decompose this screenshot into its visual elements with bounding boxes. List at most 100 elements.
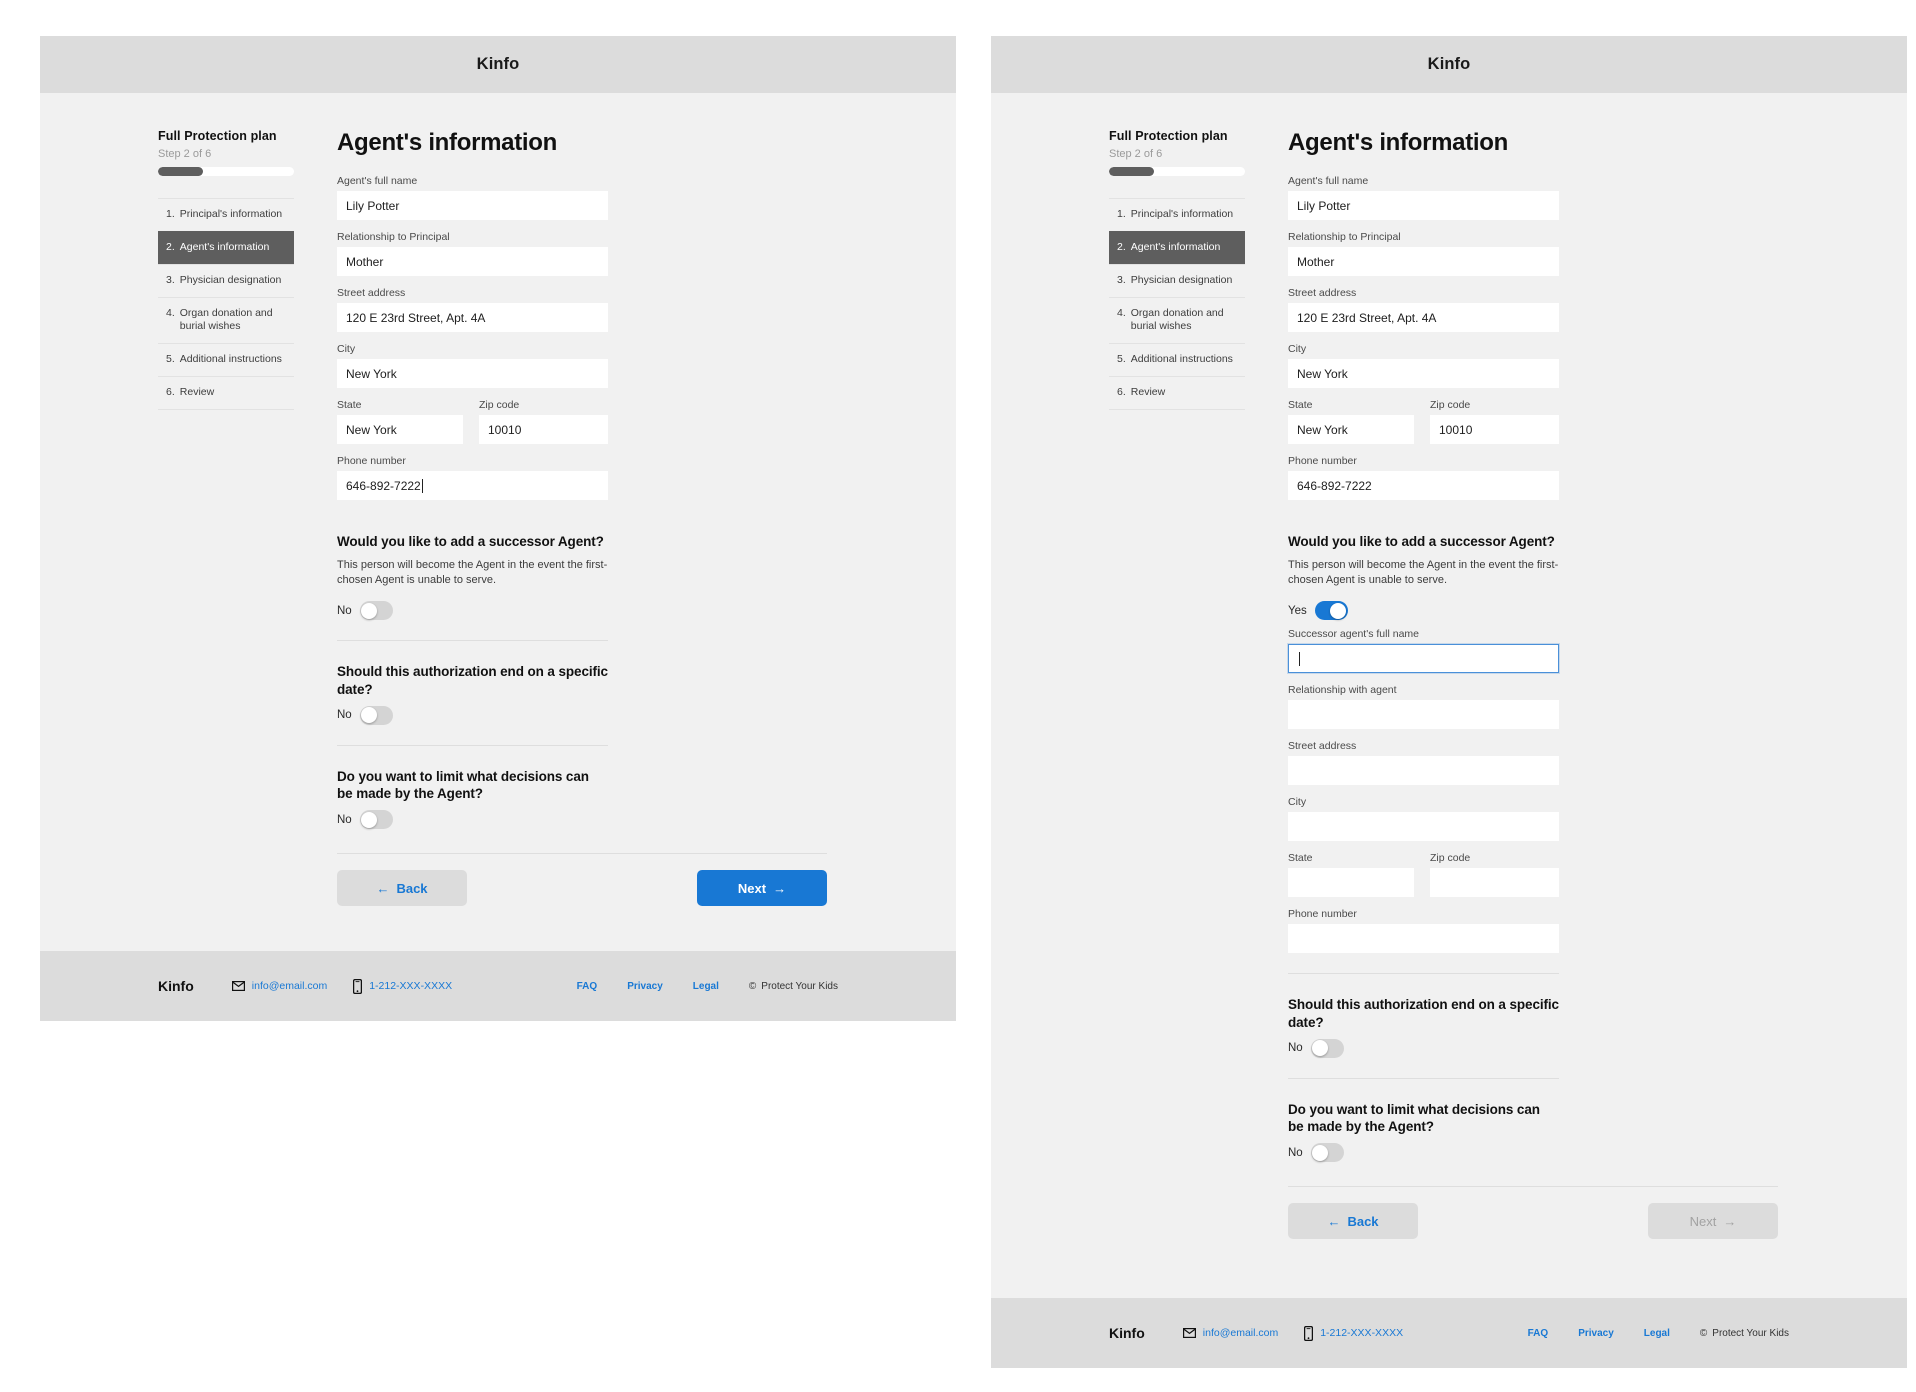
- field-label: Street address: [337, 287, 406, 299]
- arrow-right-icon: →: [1723, 1213, 1737, 1229]
- state-input[interactable]: New York: [337, 415, 463, 444]
- state-input[interactable]: New York: [1288, 415, 1414, 444]
- zip-code-input[interactable]: 10010: [479, 415, 608, 444]
- field-successor-state: State: [1288, 852, 1414, 898]
- end-date-toggle-row: No: [337, 705, 608, 725]
- successor-city-input[interactable]: [1288, 812, 1559, 842]
- step-label-text: Review: [1130, 386, 1166, 399]
- field-agent-full-name: Agent's full name Lily Potter: [1288, 175, 1559, 220]
- page-footer-left: Kinfo info@email.com 1-212-XXX-XXXX FAQ …: [40, 951, 956, 1021]
- footer-link-faq[interactable]: FAQ: [577, 981, 598, 992]
- end-date-toggle-switch[interactable]: [1310, 1038, 1344, 1058]
- field-label: Agent's full name: [1288, 175, 1369, 187]
- envelope-icon: [231, 981, 245, 991]
- step-label-text: Organ donation and burial wishes: [1130, 306, 1224, 333]
- phone-number-input[interactable]: 646-892-7222: [1288, 471, 1559, 500]
- footer-link-legal[interactable]: Legal: [1644, 1328, 1670, 1339]
- footer-brand: Kinfo: [1109, 1325, 1145, 1341]
- agent-full-name-input[interactable]: Lily Potter: [337, 191, 608, 220]
- footer-phone[interactable]: 1-212-XXX-XXXX: [353, 978, 452, 994]
- relationship-input[interactable]: Mother: [337, 247, 608, 276]
- sidebar-item-organ-donation[interactable]: 4. Organ donation and burial wishes: [158, 296, 294, 344]
- copyright-icon: ©: [1699, 1327, 1708, 1339]
- successor-full-name-input[interactable]: [1288, 644, 1559, 674]
- field-relationship: Relationship to Principal Mother: [1288, 231, 1559, 276]
- successor-relationship-input[interactable]: [1288, 700, 1559, 730]
- sidebar-item-physician[interactable]: 3. Physician designation: [158, 263, 294, 297]
- successor-toggle-switch[interactable]: [359, 601, 393, 621]
- field-successor-city: City: [1288, 796, 1559, 842]
- footer-link-privacy[interactable]: Privacy: [627, 981, 663, 992]
- step-number: 4.: [1117, 306, 1126, 319]
- footer-phone[interactable]: 1-212-XXX-XXXX: [1304, 1325, 1403, 1341]
- footer-link-faq[interactable]: FAQ: [1528, 1328, 1549, 1339]
- sidebar-item-agent[interactable]: 2. Agent's information: [158, 230, 294, 264]
- footer-link-legal[interactable]: Legal: [693, 981, 719, 992]
- next-button[interactable]: Next →: [697, 870, 827, 907]
- field-phone: Phone number 646-892-7222: [1288, 455, 1559, 500]
- field-zip: Zip code 10010: [479, 399, 608, 444]
- city-input[interactable]: New York: [337, 359, 608, 388]
- footer-email[interactable]: info@email.com: [231, 980, 327, 992]
- sidebar-item-additional-instructions[interactable]: 5. Additional instructions: [1109, 343, 1245, 376]
- plan-title: Full Protection plan: [158, 129, 277, 143]
- footer-link-privacy[interactable]: Privacy: [1578, 1328, 1614, 1339]
- field-label: Phone number: [337, 455, 406, 467]
- sidebar-item-review[interactable]: 6. Review: [158, 376, 294, 411]
- field-label: State: [1288, 399, 1313, 411]
- successor-toggle-switch[interactable]: [1314, 601, 1348, 621]
- field-label: Agent's full name: [337, 175, 418, 187]
- successor-zip-input[interactable]: [1430, 868, 1559, 898]
- question-successor-agent: Would you like to add a successor Agent?…: [1288, 511, 1559, 954]
- sidebar-item-agent[interactable]: 2. Agent's information: [1109, 230, 1245, 264]
- sidebar-item-additional-instructions[interactable]: 5. Additional instructions: [158, 343, 294, 376]
- sidebar-item-organ-donation[interactable]: 4. Organ donation and burial wishes: [1109, 296, 1245, 344]
- wizard-sidebar-left: Full Protection plan Step 2 of 6 1. Prin…: [158, 129, 294, 951]
- sidebar-item-review[interactable]: 6. Review: [1109, 376, 1245, 411]
- progress-bar-fill: [158, 167, 203, 176]
- field-label: Zip code: [479, 399, 520, 411]
- street-address-input[interactable]: 120 E 23rd Street, Apt. 4A: [1288, 303, 1559, 332]
- step-number: 3.: [1117, 273, 1126, 286]
- back-button[interactable]: ← Back: [337, 870, 467, 907]
- step-number: 5.: [166, 353, 175, 366]
- wizard-step-list: 1. Principal's information 2. Agent's in…: [1109, 198, 1245, 411]
- field-label: Phone number: [1288, 908, 1357, 921]
- footer-brand: Kinfo: [158, 978, 194, 994]
- successor-phone-input[interactable]: [1288, 924, 1559, 954]
- sidebar-item-principal[interactable]: 1. Principal's information: [158, 198, 294, 231]
- field-label: City: [1288, 796, 1307, 809]
- back-button[interactable]: ← Back: [1288, 1203, 1418, 1240]
- next-button-label: Next: [737, 880, 767, 896]
- field-label: Street address: [1288, 287, 1357, 299]
- question-successor-agent: Would you like to add a successor Agent?…: [337, 511, 608, 621]
- limit-decisions-toggle-switch[interactable]: [359, 810, 393, 830]
- footer-email[interactable]: info@email.com: [1182, 1327, 1278, 1339]
- text-caret: [421, 478, 423, 493]
- question-title: Do you want to limit what decisions can …: [337, 768, 589, 802]
- sidebar-item-physician[interactable]: 3. Physician designation: [1109, 263, 1245, 297]
- field-label: Relationship to Principal: [337, 231, 450, 243]
- step-label-text: Additional instructions: [179, 353, 282, 366]
- field-label: Relationship with agent: [1288, 684, 1397, 697]
- footer-copyright: © Protect Your Kids: [1700, 1328, 1789, 1339]
- relationship-input[interactable]: Mother: [1288, 247, 1559, 276]
- limit-decisions-toggle-switch[interactable]: [1310, 1143, 1344, 1163]
- agent-full-name-input[interactable]: Lily Potter: [1288, 191, 1559, 220]
- street-address-input[interactable]: 120 E 23rd Street, Apt. 4A: [337, 303, 608, 332]
- question-description: This person will become the Agent in the…: [1288, 558, 1559, 587]
- toggle-value-label: No: [1288, 1146, 1303, 1159]
- phone-number-input[interactable]: 646-892-7222: [337, 471, 608, 500]
- toggle-value-label: No: [337, 604, 352, 617]
- field-city: City New York: [1288, 343, 1559, 388]
- end-date-toggle-switch[interactable]: [359, 705, 393, 725]
- zip-code-input[interactable]: 10010: [1430, 415, 1559, 444]
- successor-state-input[interactable]: [1288, 868, 1414, 898]
- app-header-left: Kinfo: [40, 36, 956, 93]
- footer-copyright-text: Protect Your Kids: [1712, 1327, 1789, 1339]
- question-title: Should this authorization end on a speci…: [337, 664, 608, 697]
- sidebar-item-principal[interactable]: 1. Principal's information: [1109, 198, 1245, 231]
- successor-street-input[interactable]: [1288, 756, 1559, 786]
- mockup-panel-left: Kinfo Full Protection plan Step 2 of 6 1…: [40, 36, 956, 1021]
- city-input[interactable]: New York: [1288, 359, 1559, 388]
